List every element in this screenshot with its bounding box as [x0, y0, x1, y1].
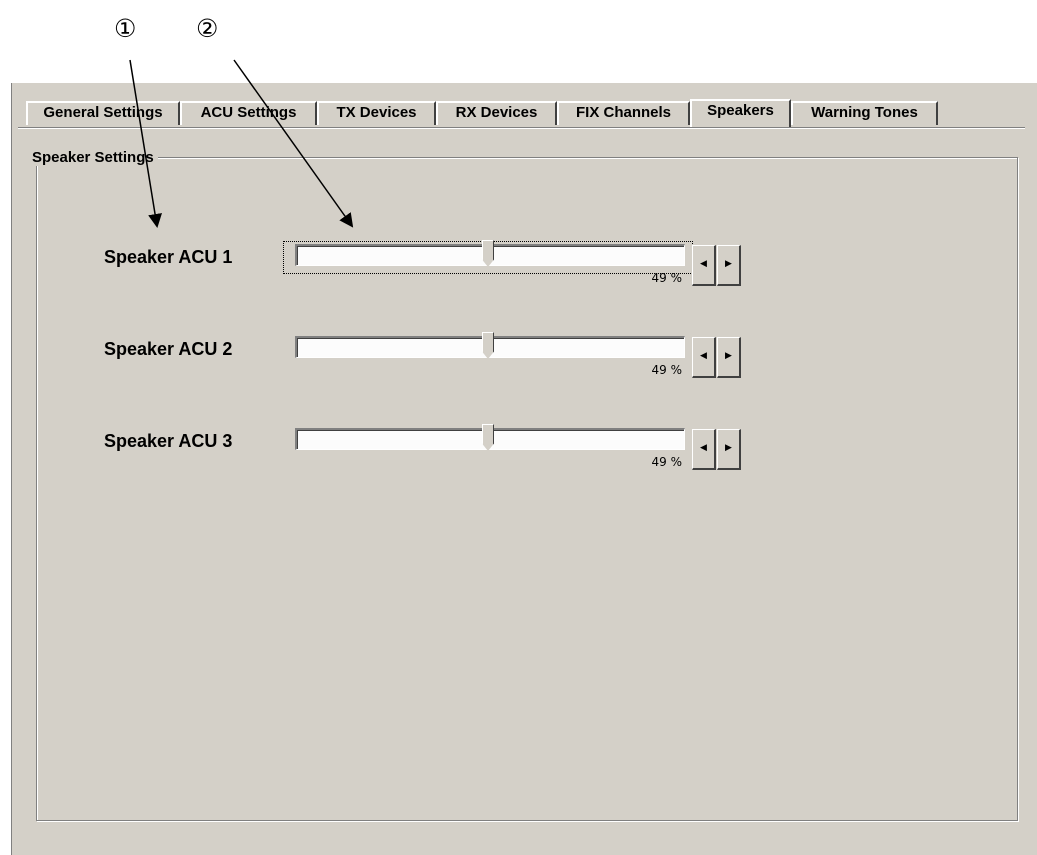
- callout-2: ②: [196, 14, 219, 43]
- volume-percent: 49 %: [651, 271, 683, 285]
- volume-slider[interactable]: [295, 332, 685, 359]
- speaker-row: Speaker ACU 2 49 % ◀ ▶: [8, 332, 1008, 399]
- speaker-row: Speaker ACU 1 49 % ◀ ▶: [8, 240, 1008, 307]
- tab-rx-devices[interactable]: RX Devices: [436, 101, 557, 125]
- slider-thumb[interactable]: [482, 332, 494, 359]
- speaker-row: Speaker ACU 3 49 % ◀ ▶: [8, 424, 1008, 491]
- arrow-right-icon: ▶: [725, 443, 732, 453]
- tab-general-settings[interactable]: General Settings: [26, 101, 180, 125]
- speaker-label: Speaker ACU 1: [104, 247, 233, 267]
- arrow-left-icon: ◀: [700, 351, 707, 361]
- arrow-right-icon: ▶: [725, 259, 732, 269]
- tab-panel-border: [18, 127, 1025, 129]
- speaker-label: Speaker ACU 2: [104, 339, 233, 359]
- tab-warning-tones[interactable]: Warning Tones: [791, 101, 938, 125]
- decrease-button[interactable]: ◀: [692, 429, 716, 470]
- volume-percent: 49 %: [651, 363, 683, 377]
- arrow-left-icon: ◀: [700, 259, 707, 269]
- arrow-left-icon: ◀: [700, 443, 707, 453]
- arrow-right-icon: ▶: [725, 351, 732, 361]
- decrease-button[interactable]: ◀: [692, 337, 716, 378]
- volume-percent: 49 %: [651, 455, 683, 469]
- increase-button[interactable]: ▶: [717, 429, 741, 470]
- speaker-label: Speaker ACU 3: [104, 431, 233, 451]
- decrease-button[interactable]: ◀: [692, 245, 716, 286]
- volume-slider[interactable]: [295, 240, 685, 267]
- increase-button[interactable]: ▶: [717, 337, 741, 378]
- slider-thumb[interactable]: [482, 240, 494, 267]
- tab-acu-settings[interactable]: ACU Settings: [180, 101, 317, 125]
- tab-speakers[interactable]: Speakers: [690, 99, 791, 127]
- increase-button[interactable]: ▶: [717, 245, 741, 286]
- settings-window: General Settings ACU Settings TX Devices…: [8, 83, 1037, 855]
- volume-slider[interactable]: [295, 424, 685, 451]
- slider-thumb[interactable]: [482, 424, 494, 451]
- tab-fix-channels[interactable]: FIX Channels: [557, 101, 690, 125]
- callout-1: ①: [114, 14, 137, 43]
- tab-tx-devices[interactable]: TX Devices: [317, 101, 436, 125]
- group-label: Speaker Settings: [28, 149, 158, 166]
